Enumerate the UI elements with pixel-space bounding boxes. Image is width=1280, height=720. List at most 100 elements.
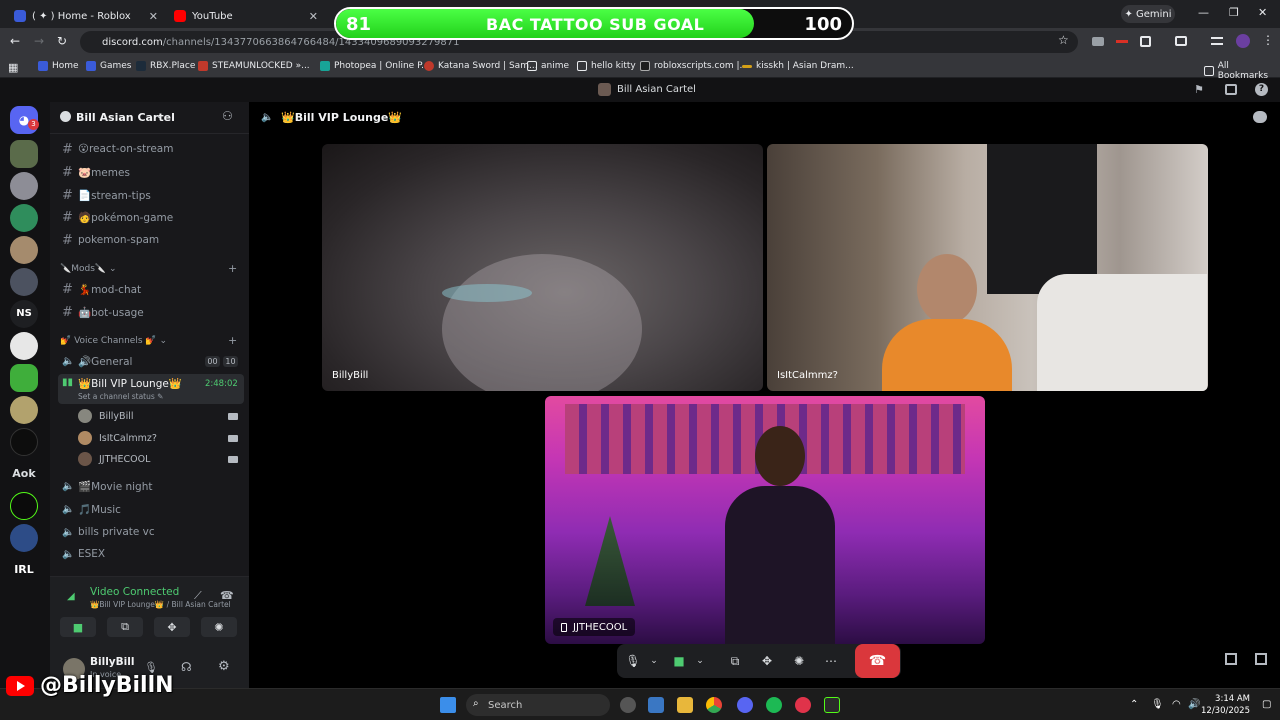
server-icon-ns[interactable]: NS: [10, 300, 38, 328]
inbox-icon[interactable]: [1225, 84, 1237, 95]
voice-channel-bills-private[interactable]: 🔈 bills private vc: [58, 522, 244, 542]
restore-icon[interactable]: ❐: [1229, 6, 1239, 19]
server-icon[interactable]: [10, 268, 38, 296]
close-icon[interactable]: ✕: [309, 10, 318, 23]
channel-react-on-stream[interactable]: # 😮react-on-stream: [58, 139, 244, 159]
tab-youtube[interactable]: YouTube ✕: [166, 4, 324, 28]
bookmark-robloxscripts[interactable]: robloxscripts.com |...: [640, 61, 748, 71]
bookmark-steamunlocked[interactable]: STEAMUNLOCKED »...: [198, 61, 310, 71]
extension-icon[interactable]: [1092, 37, 1104, 46]
server-icon-irl[interactable]: IRL: [10, 556, 38, 584]
server-icon-aok[interactable]: Aok: [10, 460, 38, 488]
add-channel-icon[interactable]: +: [228, 334, 237, 347]
channel-status-prompt[interactable]: Set a channel status ✎: [78, 392, 163, 401]
bookmark-photopea[interactable]: Photopea | Online P...: [320, 61, 430, 71]
spotify-icon[interactable]: [766, 697, 782, 713]
taskbar-search[interactable]: ⌕ Search: [466, 694, 610, 716]
help-icon[interactable]: ?: [1255, 83, 1268, 96]
system-clock[interactable]: 3:14 AM 12/30/2025: [1201, 693, 1250, 717]
menu-icon[interactable]: ⋮: [1262, 33, 1274, 47]
hang-up-button[interactable]: ☎: [855, 644, 900, 678]
bookmark-katana[interactable]: Katana Sword | Sam...: [424, 61, 538, 71]
camera-toggle-button[interactable]: ■: [60, 617, 96, 637]
minimize-icon[interactable]: —: [1198, 6, 1209, 19]
channel-stream-tips[interactable]: # 📄stream-tips: [58, 185, 244, 205]
noise-suppression-icon[interactable]: ⟋: [194, 589, 202, 603]
microphone-icon[interactable]: 🎙: [1151, 699, 1164, 710]
channel-pokemon-game[interactable]: # 🧑pokémon-game: [58, 207, 244, 227]
extension-icon[interactable]: [1116, 40, 1128, 43]
popout-icon[interactable]: [1225, 653, 1237, 665]
bookmark-rbxplace[interactable]: RBX.Place: [136, 61, 195, 71]
category-mods[interactable]: 🔪Mods🔪 ⌄: [60, 264, 117, 274]
video-tile-isitcalmmz[interactable]: IsItCalmmz?: [767, 144, 1208, 391]
activities-icon[interactable]: ✥: [757, 651, 777, 671]
star-icon[interactable]: ☆: [1058, 33, 1069, 47]
soundboard-button[interactable]: ✺: [201, 617, 237, 637]
flag-icon[interactable]: ⚑: [1194, 83, 1204, 96]
tab-roblox[interactable]: ( ✦ ) Home - Roblox ✕: [6, 4, 164, 28]
server-icon[interactable]: [10, 428, 38, 456]
server-icon-active[interactable]: [10, 140, 38, 168]
activities-button[interactable]: ✥: [154, 617, 190, 637]
channel-mod-chat[interactable]: # 💃mod-chat: [58, 279, 244, 299]
server-icon[interactable]: [10, 236, 38, 264]
bookmark-games[interactable]: Games: [86, 61, 131, 71]
file-explorer-icon[interactable]: [677, 697, 693, 713]
voice-location[interactable]: 👑Bill VIP Lounge👑 / Bill Asian Cartel: [90, 600, 231, 609]
fullscreen-icon[interactable]: [1255, 653, 1267, 665]
channel-pokemon-spam[interactable]: # pokemon-spam: [58, 230, 244, 250]
chat-icon[interactable]: [1253, 111, 1267, 123]
add-channel-icon[interactable]: +: [228, 262, 237, 275]
chevron-down-icon[interactable]: ⌄: [644, 651, 664, 671]
channel-bot-usage[interactable]: # 🤖bot-usage: [58, 302, 244, 322]
app-icon[interactable]: [824, 697, 840, 713]
volume-icon[interactable]: 🔊: [1188, 699, 1200, 710]
close-icon[interactable]: ✕: [149, 10, 158, 23]
voice-channel-movie-night[interactable]: 🔈 🎬Movie night: [58, 476, 244, 496]
cast-icon[interactable]: [1175, 36, 1187, 46]
headphones-icon[interactable]: ☊: [181, 660, 192, 674]
more-icon[interactable]: ⋯: [821, 651, 841, 671]
discord-icon[interactable]: [737, 697, 753, 713]
server-icon[interactable]: [10, 172, 38, 200]
profile-avatar[interactable]: [1236, 34, 1250, 48]
chrome-icon[interactable]: [706, 697, 722, 713]
opera-icon[interactable]: [795, 697, 811, 713]
video-tile-billybill[interactable]: BillyBill: [322, 144, 763, 391]
video-tile-jjthecool[interactable]: JJTHECOOL: [545, 396, 985, 644]
puzzle-icon[interactable]: [1140, 36, 1151, 47]
channel-memes[interactable]: # 🐷memes: [58, 162, 244, 182]
server-icon[interactable]: [10, 524, 38, 552]
camera-icon[interactable]: ■: [669, 651, 689, 671]
gemini-button[interactable]: ✦ Gemini: [1121, 5, 1175, 23]
server-icon[interactable]: [10, 332, 38, 360]
taskview-icon[interactable]: [620, 697, 636, 713]
apps-icon[interactable]: ▦: [8, 61, 18, 74]
server-icon[interactable]: [10, 204, 38, 232]
microphone-icon[interactable]: 🎙: [623, 651, 643, 671]
bookmark-kisskh[interactable]: kisskh | Asian Dram...: [742, 61, 854, 71]
bookmark-home[interactable]: Home: [38, 61, 79, 71]
voice-channel-music[interactable]: 🔈 🎵Music: [58, 499, 244, 519]
voice-channel-esex[interactable]: 🔈 ESEX: [58, 544, 244, 564]
chevron-down-icon[interactable]: ⌄: [690, 651, 710, 671]
notification-icon[interactable]: ▢: [1262, 699, 1271, 710]
category-voice[interactable]: 💅 Voice Channels 💅 ⌄: [60, 336, 167, 346]
disconnect-icon[interactable]: ☎: [220, 589, 234, 602]
voice-member[interactable]: BillyBill: [78, 407, 134, 425]
voice-member[interactable]: JJTHECOOL: [78, 450, 150, 468]
app-icon[interactable]: [648, 697, 664, 713]
forward-icon[interactable]: →: [34, 34, 44, 48]
screen-share-button[interactable]: ⧉: [107, 617, 143, 637]
screen-share-icon[interactable]: ⧉: [725, 651, 745, 671]
gear-icon[interactable]: ⚙: [218, 659, 230, 674]
server-icon[interactable]: [10, 364, 38, 392]
server-icon-kick[interactable]: [10, 492, 38, 520]
windows-start-icon[interactable]: [440, 697, 456, 713]
chevron-up-icon[interactable]: ⌃: [1130, 699, 1138, 710]
soundboard-icon[interactable]: ✺: [789, 651, 809, 671]
window-close-icon[interactable]: ✕: [1258, 6, 1267, 19]
bookmark-anime[interactable]: anime: [527, 61, 569, 71]
reload-icon[interactable]: ↻: [57, 34, 67, 48]
